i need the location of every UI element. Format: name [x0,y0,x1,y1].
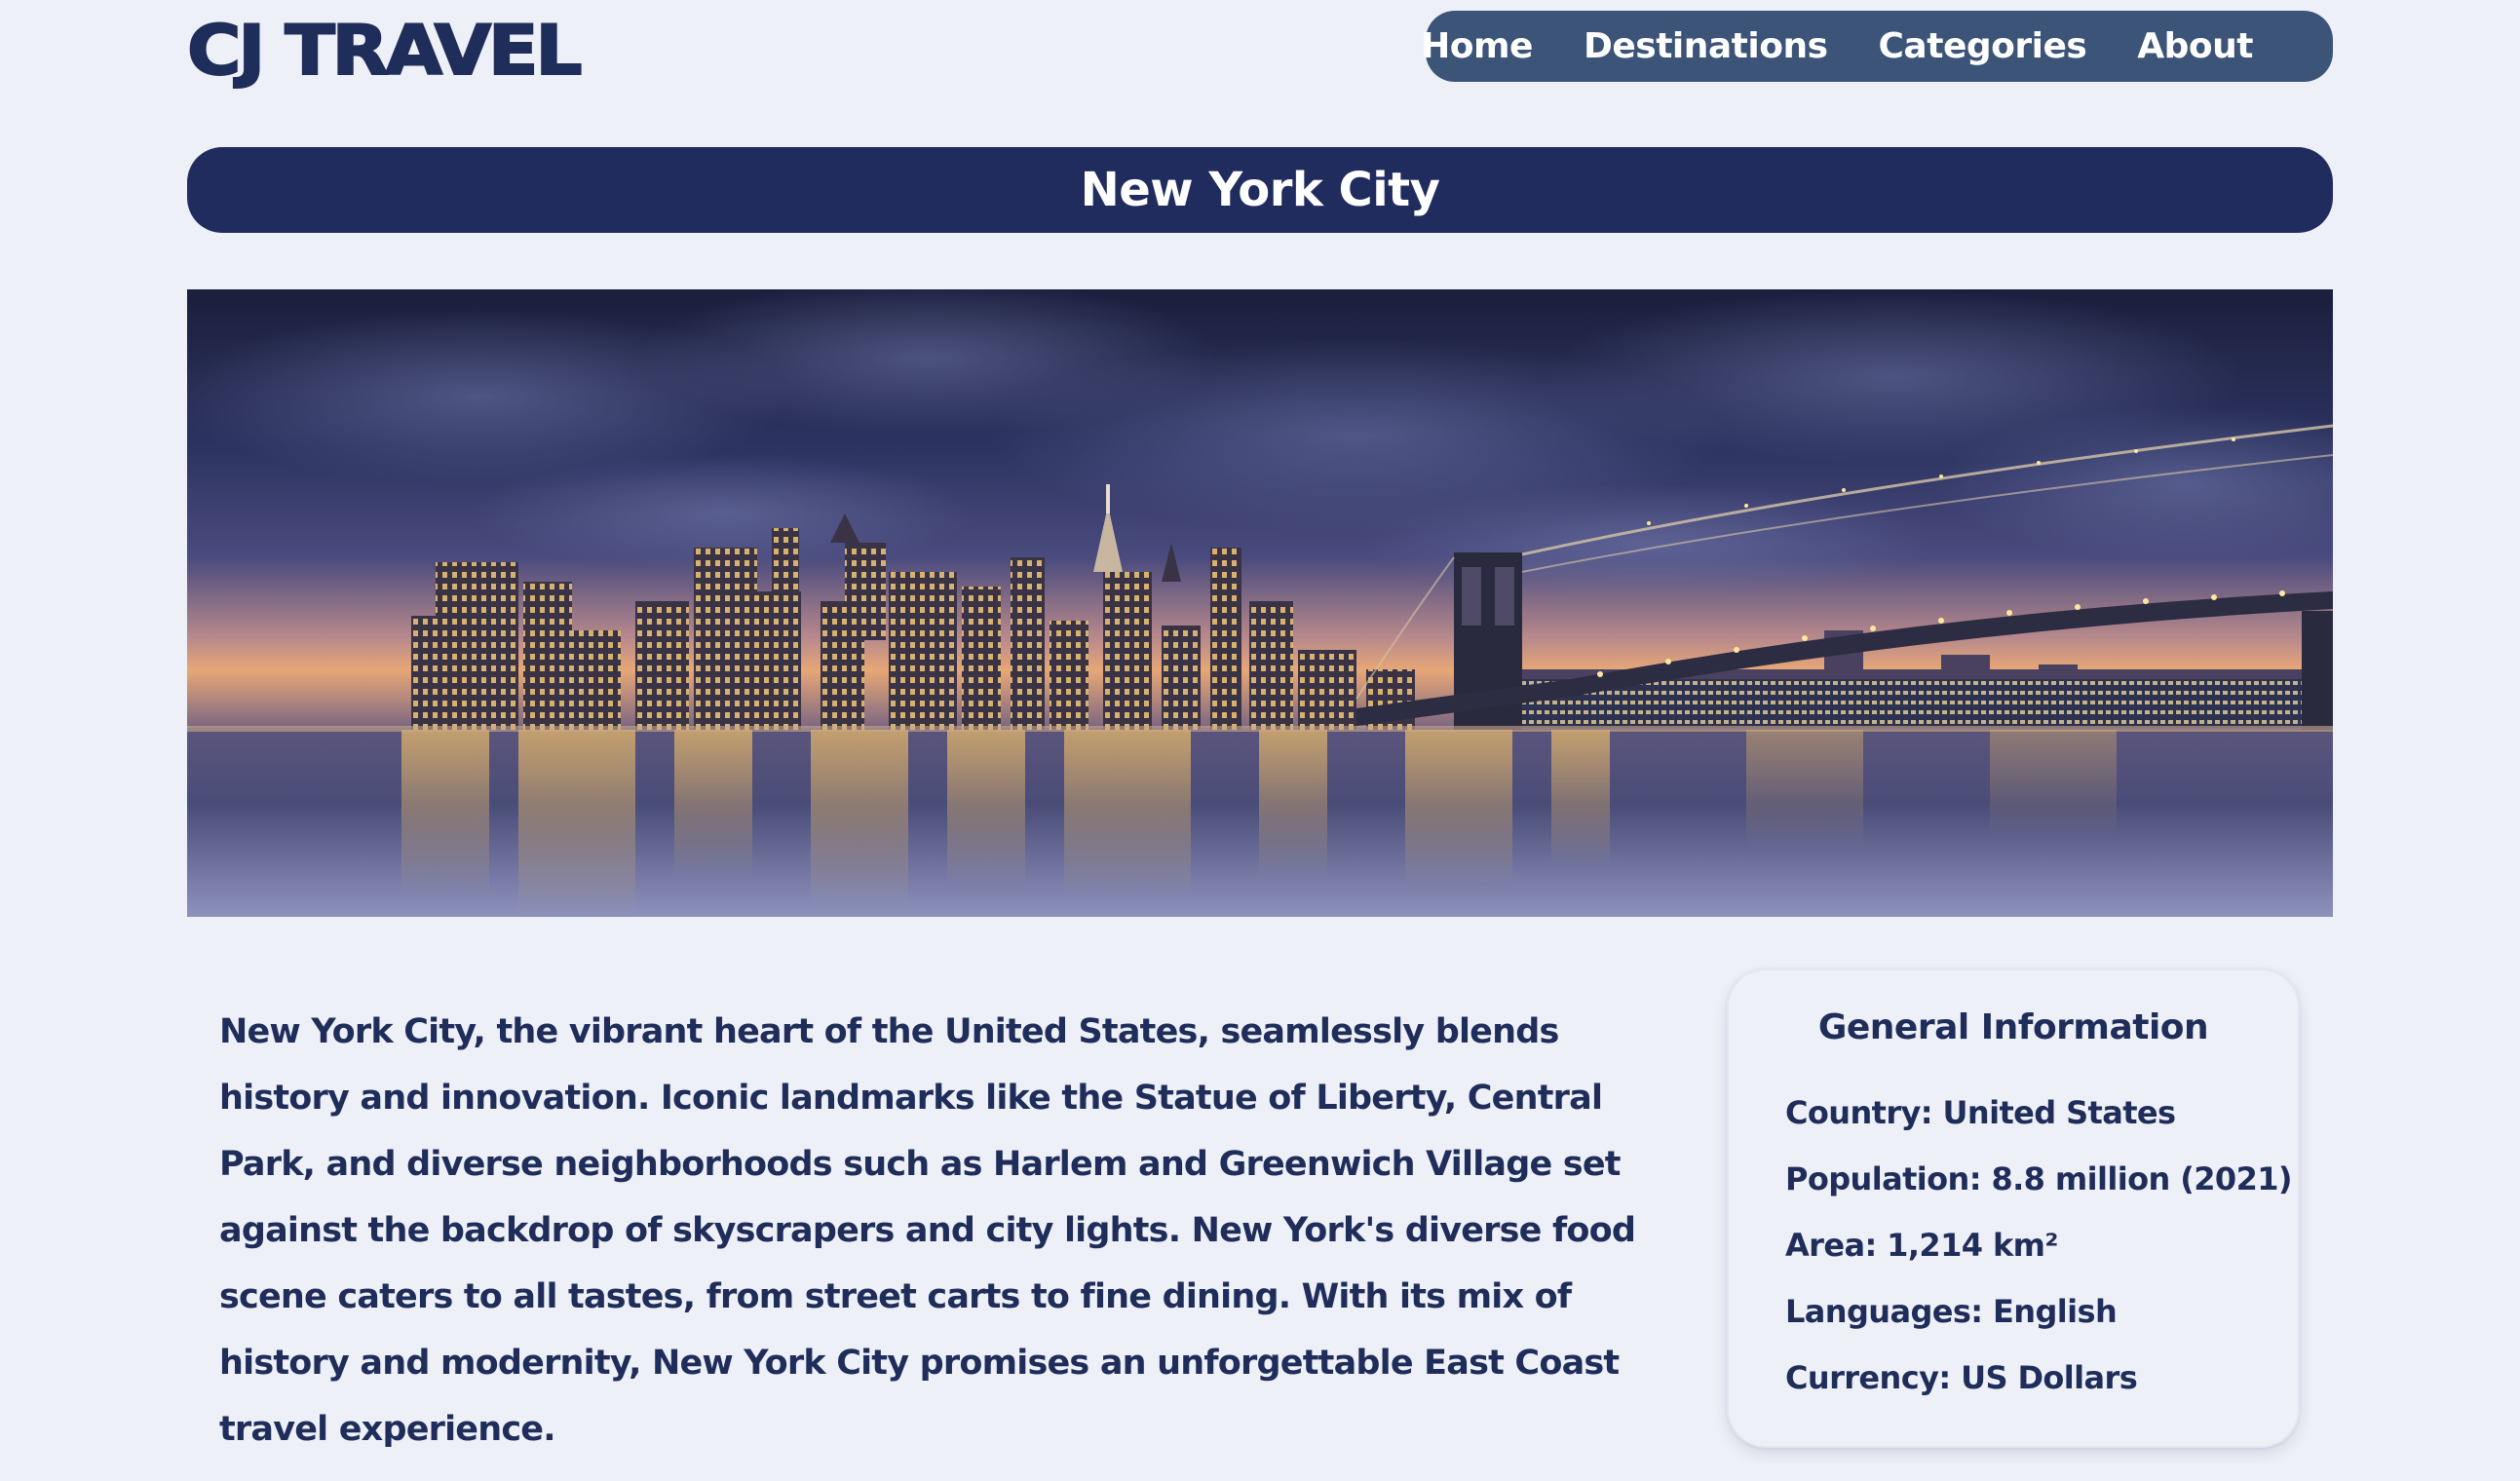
main-nav: Home Destinations Categories About [1421,11,2333,82]
nav-link-about[interactable]: About [2137,26,2253,66]
hero-image [187,289,2333,917]
nav-link-destinations[interactable]: Destinations [1584,26,1828,66]
info-area: Area: 1,214 km² [1785,1227,2058,1264]
general-info-card: General Information Country: United Stat… [1727,968,2300,1448]
nav-link-categories[interactable]: Categories [1879,26,2087,66]
page-title: New York City [1080,163,1440,217]
info-list: Country: United States Population: 8.8 m… [1785,1080,2293,1411]
site-logo[interactable]: CJ TRAVEL [186,13,584,89]
info-population: Population: 8.8 million (2021) [1785,1160,2293,1197]
skyline-photo [187,289,2333,917]
info-currency: Currency: US Dollars [1785,1359,2138,1396]
page-title-bar: New York City [187,147,2333,233]
destination-description: New York City, the vibrant heart of the … [219,1012,1636,1449]
info-card-heading: General Information [1817,1007,2209,1047]
info-languages: Languages: English [1785,1293,2118,1330]
info-country: Country: United States [1785,1094,2176,1131]
nav-link-home[interactable]: Home [1421,26,1533,66]
